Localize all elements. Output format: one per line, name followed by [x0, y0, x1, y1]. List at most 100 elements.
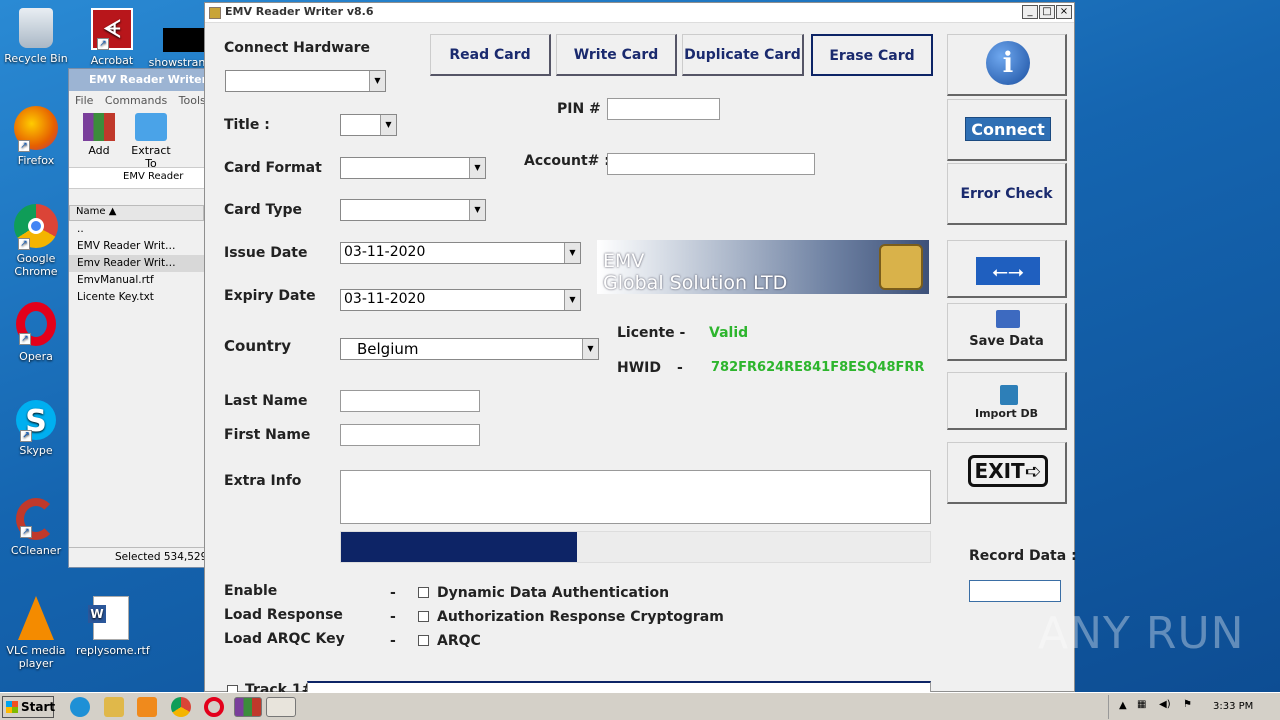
extra-info-textarea[interactable] [340, 470, 931, 524]
status-bar: Selected 534,529 [69, 547, 207, 567]
taskbar: Start ▲ ▦ ◀) ⚑ 3:33 PM [0, 692, 1280, 720]
info-button[interactable]: i [947, 34, 1067, 96]
add-button[interactable]: Add [79, 113, 119, 167]
redacted-block [163, 28, 205, 52]
hwid-label: HWID [617, 360, 661, 376]
list-item[interactable]: EMV Reader Writ… [69, 238, 204, 255]
country-label: Country [224, 337, 292, 355]
system-tray: ▲ ▦ ◀) ⚑ 3:33 PM [1108, 695, 1280, 719]
volume-icon[interactable]: ◀) [1159, 699, 1171, 710]
explorer-taskbar-icon[interactable] [104, 697, 124, 717]
media-player-taskbar-icon[interactable] [137, 697, 157, 717]
title-label: Title : [224, 117, 270, 133]
save-card-icon [996, 310, 1020, 328]
ie-taskbar-icon[interactable] [70, 697, 90, 717]
title-select[interactable]: ▼ [340, 114, 397, 136]
vlc-icon[interactable]: VLC media player [1, 596, 71, 670]
acrobat-icon[interactable]: ᗛ ↗ Acrobat [77, 8, 147, 67]
chrome-icon[interactable]: ↗ Google Chrome [1, 204, 71, 278]
list-item[interactable]: Licente Key.txt [69, 289, 204, 306]
app-title: EMV Reader Writer v8.6 [205, 3, 1074, 23]
card-format-select[interactable]: ▼ [340, 157, 486, 179]
load-arqc-dash: - [390, 633, 396, 649]
card-type-select[interactable]: ▼ [340, 199, 486, 221]
exit-button[interactable]: EXIT➪ [947, 442, 1067, 504]
skype-icon[interactable]: S ↗ Skype [1, 400, 71, 457]
card-format-label: Card Format [224, 160, 322, 176]
name-column-header[interactable]: Name ▲ [69, 205, 204, 221]
opera-taskbar-icon[interactable] [204, 697, 224, 717]
connect-button[interactable]: Connect [947, 99, 1067, 161]
load-response-label: Load Response [224, 607, 343, 623]
rtf-file-icon[interactable]: W replysome.rtf [76, 596, 150, 657]
error-check-button[interactable]: Error Check [947, 163, 1067, 225]
chip-key-icon [879, 244, 923, 290]
tray-arrow-icon[interactable]: ▲ [1119, 700, 1127, 711]
emv-app-window[interactable]: EMV Reader Writer v8.6 _ □ × Connect Har… [204, 2, 1077, 703]
info-icon: i [986, 41, 1030, 85]
clock: 3:33 PM [1213, 701, 1254, 712]
licente-label: Licente - [617, 325, 686, 341]
app-logo-icon [209, 7, 221, 19]
emv-taskbar-icon[interactable] [266, 697, 296, 717]
connect-hardware-label: Connect Hardware [224, 40, 371, 56]
ccleaner-icon[interactable]: ↗ CCleaner [1, 498, 71, 557]
chrome-taskbar-icon[interactable] [171, 697, 191, 717]
windows-icon [6, 701, 18, 713]
account-input[interactable] [607, 153, 815, 175]
dda-checkbox[interactable] [418, 587, 429, 598]
hwid-dash: - [677, 360, 683, 376]
record-data-input[interactable] [969, 580, 1061, 602]
exit-icon: EXIT➪ [968, 455, 1048, 487]
start-button[interactable]: Start [2, 696, 55, 718]
network-icon[interactable]: ▦ [1137, 699, 1146, 710]
progress-fill [341, 532, 577, 562]
last-name-input[interactable] [340, 390, 480, 412]
flag-icon[interactable]: ⚑ [1183, 699, 1192, 710]
emv-banner: EMV Global Solution LTD [597, 240, 929, 294]
list-item[interactable]: Emv Reader Writ… [69, 255, 204, 272]
arc-checkbox[interactable] [418, 611, 429, 622]
write-card-button[interactable]: Write Card [556, 34, 677, 76]
expiry-date-picker[interactable]: 03-11-2020 ▼ [340, 289, 581, 311]
license-status: Valid [709, 325, 749, 341]
list-item[interactable]: EmvManual.rtf [69, 272, 204, 289]
list-item[interactable]: .. [69, 221, 204, 238]
hwid-value: 782FR624RE841F8ESQ48FRR [711, 360, 925, 375]
country-select[interactable]: Belgium ▼ [340, 338, 599, 360]
banner-line-1: EMV [603, 250, 645, 272]
opera-icon[interactable]: ↗ Opera [1, 302, 71, 363]
winrar-title: EMV Reader Writer.r [69, 69, 204, 91]
issue-date-picker[interactable]: 03-11-2020 ▼ [340, 242, 581, 264]
last-name-label: Last Name [224, 393, 308, 409]
address-bar[interactable]: EMV Reader [69, 167, 204, 189]
record-data-label: Record Data : [969, 548, 1077, 564]
winrar-taskbar-icon[interactable] [234, 697, 262, 717]
close-button[interactable]: × [1056, 5, 1072, 19]
save-data-button[interactable]: Save Data [947, 303, 1067, 361]
erase-card-button[interactable]: Erase Card [811, 34, 933, 76]
arqc-label: ARQC [437, 633, 481, 649]
archive-icon [83, 113, 115, 141]
import-db-button[interactable]: Import DB [947, 372, 1067, 430]
folder-icon [135, 113, 167, 141]
expiry-date-label: Expiry Date [224, 288, 316, 304]
extract-to-button[interactable]: Extract To [131, 113, 171, 170]
pin-input[interactable] [607, 98, 720, 120]
arqc-checkbox[interactable] [418, 635, 429, 646]
duplicate-card-button[interactable]: Duplicate Card [682, 34, 804, 76]
firefox-icon[interactable]: ↗ Firefox [1, 106, 71, 167]
winrar-menu[interactable]: File Commands Tools [69, 91, 204, 109]
dda-label: Dynamic Data Authentication [437, 585, 670, 601]
arc-label: Authorization Response Cryptogram [437, 609, 724, 625]
usb-button[interactable]: ⭠⭢ [947, 240, 1067, 298]
read-card-button[interactable]: Read Card [430, 34, 551, 76]
winrar-window[interactable]: EMV Reader Writer.r File Commands Tools … [68, 68, 207, 568]
maximize-button[interactable]: □ [1039, 5, 1055, 19]
minimize-button[interactable]: _ [1022, 5, 1038, 19]
first-name-input[interactable] [340, 424, 480, 446]
usb-icon: ⭠⭢ [976, 257, 1040, 285]
extra-info-label: Extra Info [224, 473, 302, 489]
recycle-bin-icon[interactable]: Recycle Bin [1, 8, 71, 65]
hardware-select[interactable]: ▼ [225, 70, 386, 92]
